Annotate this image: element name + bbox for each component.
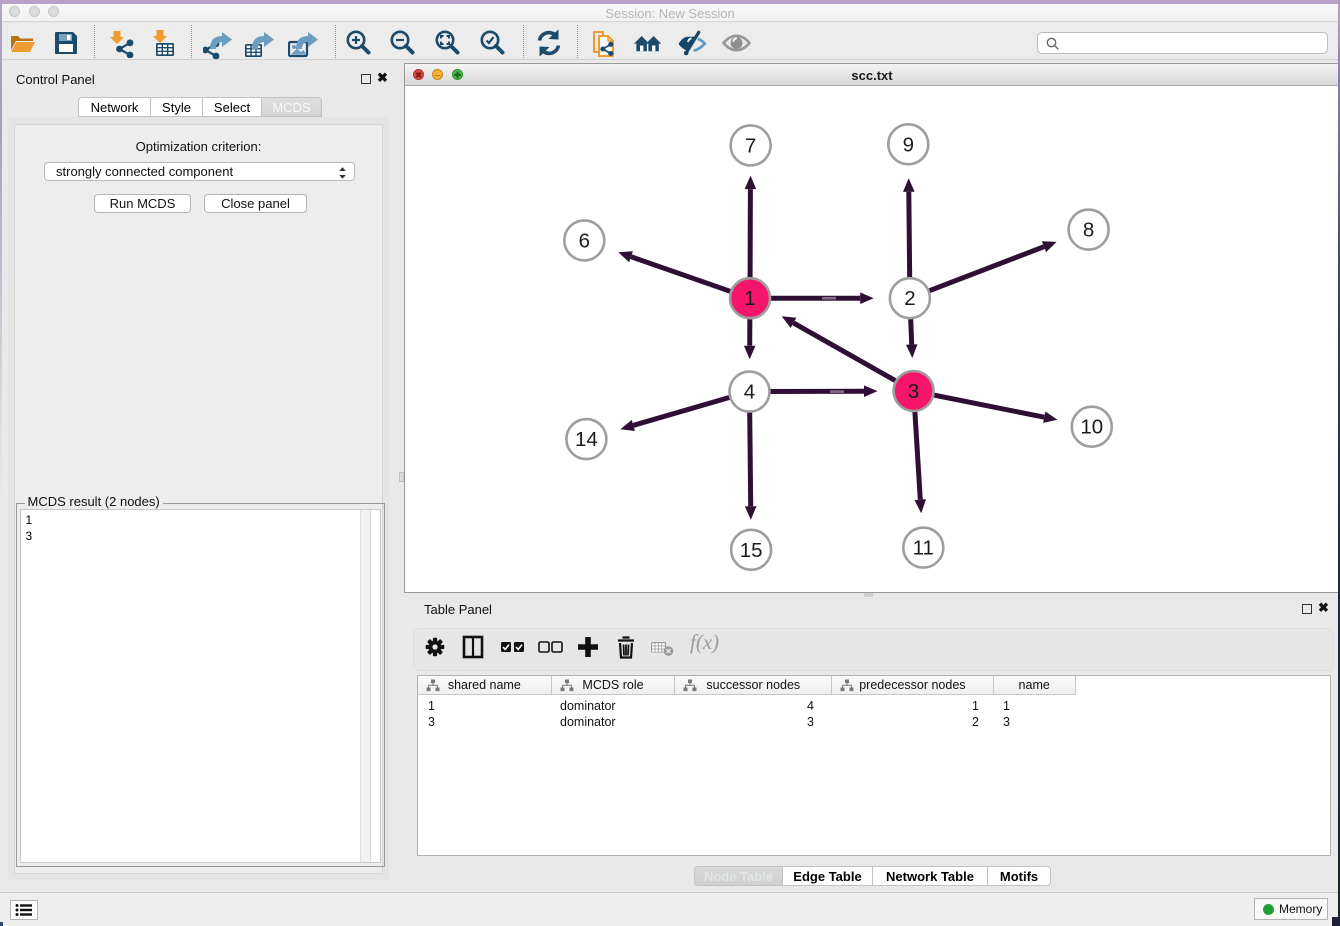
svg-text:8: 8 [1083,219,1094,242]
svg-text:9: 9 [903,133,914,156]
svg-text:2: 2 [904,287,915,310]
svg-text:7: 7 [745,134,756,157]
svg-text:3: 3 [908,380,919,403]
svg-text:10: 10 [1080,416,1103,439]
svg-text:1: 1 [744,287,755,310]
svg-text:4: 4 [744,381,755,404]
svg-text:11: 11 [913,537,934,560]
svg-text:15: 15 [740,539,763,562]
svg-text:6: 6 [579,229,590,252]
svg-text:14: 14 [575,428,598,451]
